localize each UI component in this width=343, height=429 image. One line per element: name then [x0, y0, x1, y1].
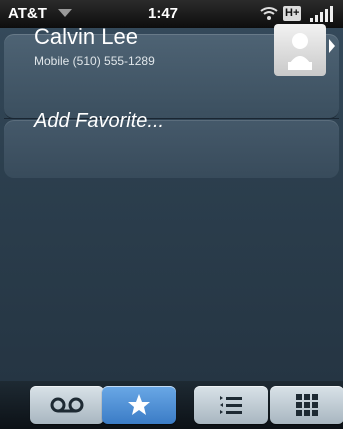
tab-favorites[interactable] [102, 386, 176, 424]
signal-bars-icon [310, 6, 333, 22]
network-badge: H+ [283, 6, 302, 21]
contact-phone-line: Mobile (510) 555-1289 [34, 54, 155, 68]
contact-photo-placeholder-icon[interactable] [274, 24, 326, 76]
voicemail-icon [50, 397, 84, 413]
dialpad-icon [296, 394, 318, 416]
wifi-icon [260, 7, 278, 20]
favorites-list [0, 28, 343, 381]
tab-voicemail[interactable] [30, 386, 104, 424]
star-icon [128, 394, 150, 415]
add-favorite-label: Add Favorite... [34, 110, 165, 132]
carrier-label: AT&T [8, 5, 47, 22]
contact-name: Calvin Lee [34, 24, 138, 49]
contact-details-arrow-icon[interactable] [329, 39, 335, 53]
dropdown-arrow-icon[interactable] [58, 9, 72, 17]
tab-dialpad[interactable] [270, 386, 343, 424]
call-log-icon [220, 396, 242, 414]
tab-call-log[interactable] [194, 386, 268, 424]
clock: 1:47 [148, 5, 179, 22]
